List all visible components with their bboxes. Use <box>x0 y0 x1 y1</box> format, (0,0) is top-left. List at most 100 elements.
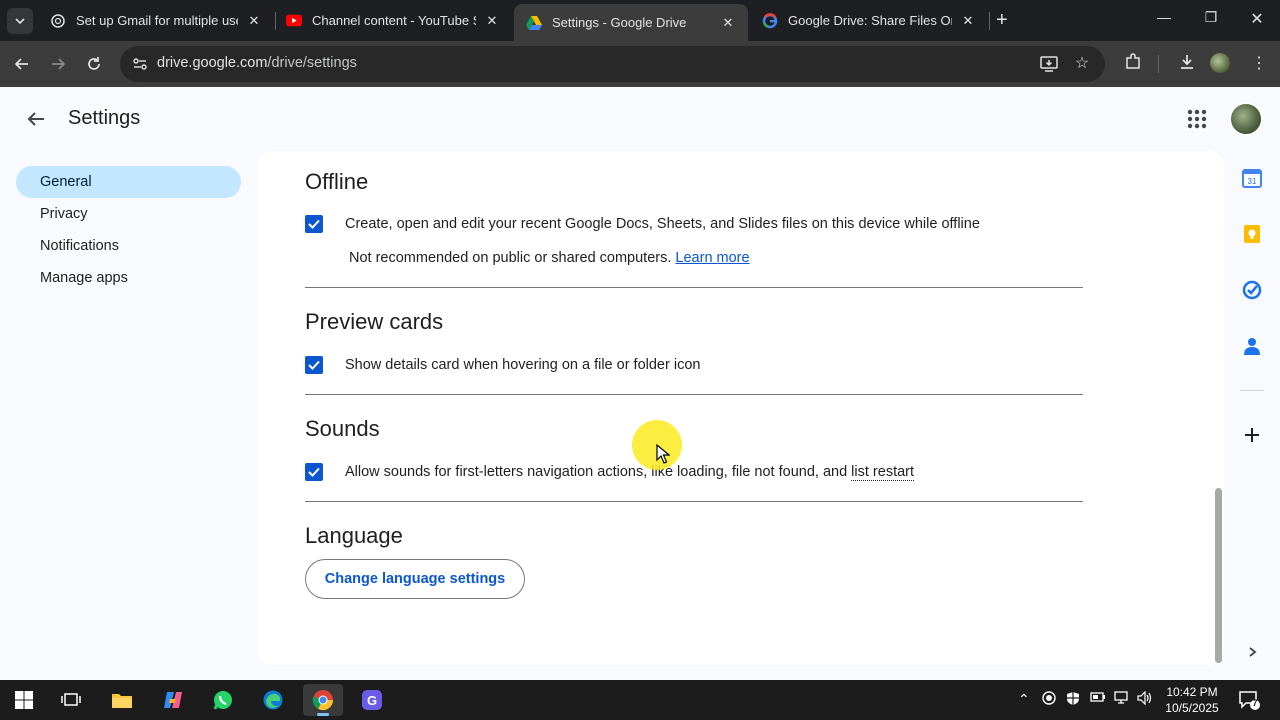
tab-youtube-studio[interactable]: Channel content - YouTube Studio ✕ <box>274 4 512 37</box>
learn-more-link[interactable]: Learn more <box>675 250 749 266</box>
close-icon[interactable]: ✕ <box>246 13 262 29</box>
collapse-panel-icon[interactable] <box>1233 633 1271 671</box>
minimize-icon[interactable]: — <box>1141 9 1187 25</box>
install-app-icon[interactable] <box>1038 53 1060 75</box>
clock-time: 10:42 PM <box>1166 685 1218 699</box>
sounds-option-label: Allow sounds for first-letters navigatio… <box>345 464 915 481</box>
restore-icon[interactable]: ❐ <box>1188 9 1234 26</box>
close-window-icon[interactable]: ✕ <box>1234 9 1280 29</box>
taskbar-clock[interactable]: 10:42 PM 10/5/2025 <box>1160 684 1224 716</box>
sidenav-item-notifications[interactable]: Notifications <box>16 230 241 262</box>
toolbar-divider <box>1158 55 1159 73</box>
section-title-offline: Offline <box>305 169 369 194</box>
windows-taskbar: G <box>0 680 1280 720</box>
settings-card: Offline Create, open and edit your recen… <box>257 151 1224 665</box>
close-icon[interactable]: ✕ <box>960 13 976 29</box>
sidenav-item-general[interactable]: General <box>16 166 241 198</box>
add-addon-icon[interactable] <box>1233 416 1271 454</box>
calendar-icon[interactable]: 31 <box>1233 159 1271 197</box>
notification-count: 7 <box>1252 698 1258 708</box>
openai-icon <box>50 13 66 29</box>
close-icon[interactable]: ✕ <box>484 13 500 29</box>
list-restart-term[interactable]: list restart <box>851 464 915 481</box>
gemini-app-icon[interactable]: G <box>352 684 392 716</box>
downloads-icon[interactable] <box>1176 53 1198 75</box>
tab-search-button[interactable] <box>7 8 33 34</box>
close-icon[interactable]: ✕ <box>720 15 736 31</box>
volume-icon[interactable] <box>1137 690 1153 708</box>
checkmark-icon <box>308 219 320 229</box>
offline-checkbox[interactable] <box>305 215 323 233</box>
section-title-language: Language <box>305 523 403 548</box>
google-drive-icon <box>526 15 542 31</box>
change-language-button[interactable]: Change language settings <box>305 559 525 599</box>
url-host: drive.google.com <box>157 55 268 71</box>
sidenav-item-privacy[interactable]: Privacy <box>16 198 241 230</box>
security-shield-icon[interactable] <box>1066 691 1080 709</box>
preview-cards-option-label: Show details card when hovering on a fil… <box>345 357 701 373</box>
battery-icon[interactable] <box>1090 691 1106 706</box>
reload-icon[interactable] <box>83 53 105 75</box>
sounds-option-text: Allow sounds for first-letters navigatio… <box>345 464 852 480</box>
tab-title: Set up Gmail for multiple users <box>76 13 238 28</box>
chevron-down-icon <box>15 18 25 25</box>
section-divider <box>305 287 1083 288</box>
back-arrow-icon[interactable] <box>22 105 50 133</box>
svg-text:G: G <box>367 693 377 708</box>
contacts-icon[interactable] <box>1233 327 1271 365</box>
notification-center-icon[interactable]: 7 <box>1238 689 1260 711</box>
google-apps-icon[interactable] <box>1186 108 1208 130</box>
back-icon[interactable] <box>11 53 33 75</box>
url-text[interactable]: drive.google.com/drive/settings <box>157 55 357 71</box>
tray-overflow-chevron-icon[interactable]: ⌃ <box>1018 691 1030 708</box>
page-title: Settings <box>68 107 141 129</box>
offline-option-label: Create, open and edit your recent Google… <box>345 216 980 232</box>
profile-avatar[interactable] <box>1210 53 1232 75</box>
section-title-sounds: Sounds <box>305 416 380 441</box>
sidenav-item-manage-apps[interactable]: Manage apps <box>16 262 241 294</box>
browser-toolbar: drive.google.com/drive/settings ☆ ⋮ <box>0 41 1280 87</box>
section-divider <box>305 501 1083 502</box>
record-icon[interactable] <box>1042 691 1056 708</box>
offline-note: Not recommended on public or shared comp… <box>349 250 750 266</box>
whatsapp-icon[interactable] <box>203 684 243 716</box>
tab-drive-settings[interactable]: Settings - Google Drive ✕ <box>514 4 748 41</box>
browser-tab-strip: Set up Gmail for multiple users ✕ Channe… <box>0 0 1280 41</box>
tab-drive-share[interactable]: Google Drive: Share Files Online ✕ <box>750 4 988 37</box>
svg-text:31: 31 <box>1248 177 1257 186</box>
tab-title: Channel content - YouTube Studio <box>312 13 476 28</box>
url-path: /drive/settings <box>267 55 357 71</box>
page-scrollbar[interactable] <box>1215 488 1222 663</box>
tab-gmail-setup[interactable]: Set up Gmail for multiple users ✕ <box>38 4 274 37</box>
bookmark-star-icon[interactable]: ☆ <box>1071 53 1093 75</box>
keep-icon[interactable] <box>1233 215 1271 253</box>
offline-note-text: Not recommended on public or shared comp… <box>349 250 672 266</box>
side-panel-divider <box>1240 390 1264 391</box>
preview-cards-checkbox[interactable] <box>305 356 323 374</box>
checkmark-icon <box>308 360 320 370</box>
copilot-icon[interactable] <box>153 684 193 716</box>
site-info-icon[interactable] <box>130 54 150 74</box>
browser-menu-icon[interactable]: ⋮ <box>1248 53 1270 75</box>
tasks-icon[interactable] <box>1233 271 1271 309</box>
task-view-icon[interactable] <box>51 684 91 716</box>
section-divider <box>305 394 1083 395</box>
checkmark-icon <box>308 467 320 477</box>
tab-separator <box>989 12 990 30</box>
sounds-checkbox[interactable] <box>305 463 323 481</box>
windows-start-icon[interactable] <box>4 684 44 716</box>
new-tab-button[interactable]: + <box>996 9 1008 32</box>
network-icon[interactable] <box>1113 691 1129 708</box>
extensions-icon[interactable] <box>1122 53 1144 75</box>
google-icon <box>762 12 778 29</box>
section-title-preview-cards: Preview cards <box>305 309 444 334</box>
account-avatar[interactable] <box>1229 102 1263 136</box>
forward-icon[interactable] <box>47 53 69 75</box>
file-explorer-icon[interactable] <box>102 684 142 716</box>
tab-title: Google Drive: Share Files Online <box>788 13 952 28</box>
chrome-icon[interactable] <box>303 684 343 716</box>
youtube-icon <box>286 13 302 29</box>
address-bar[interactable]: drive.google.com/drive/settings ☆ <box>120 46 1105 82</box>
tab-title: Settings - Google Drive <box>552 15 687 30</box>
edge-icon[interactable] <box>253 684 293 716</box>
